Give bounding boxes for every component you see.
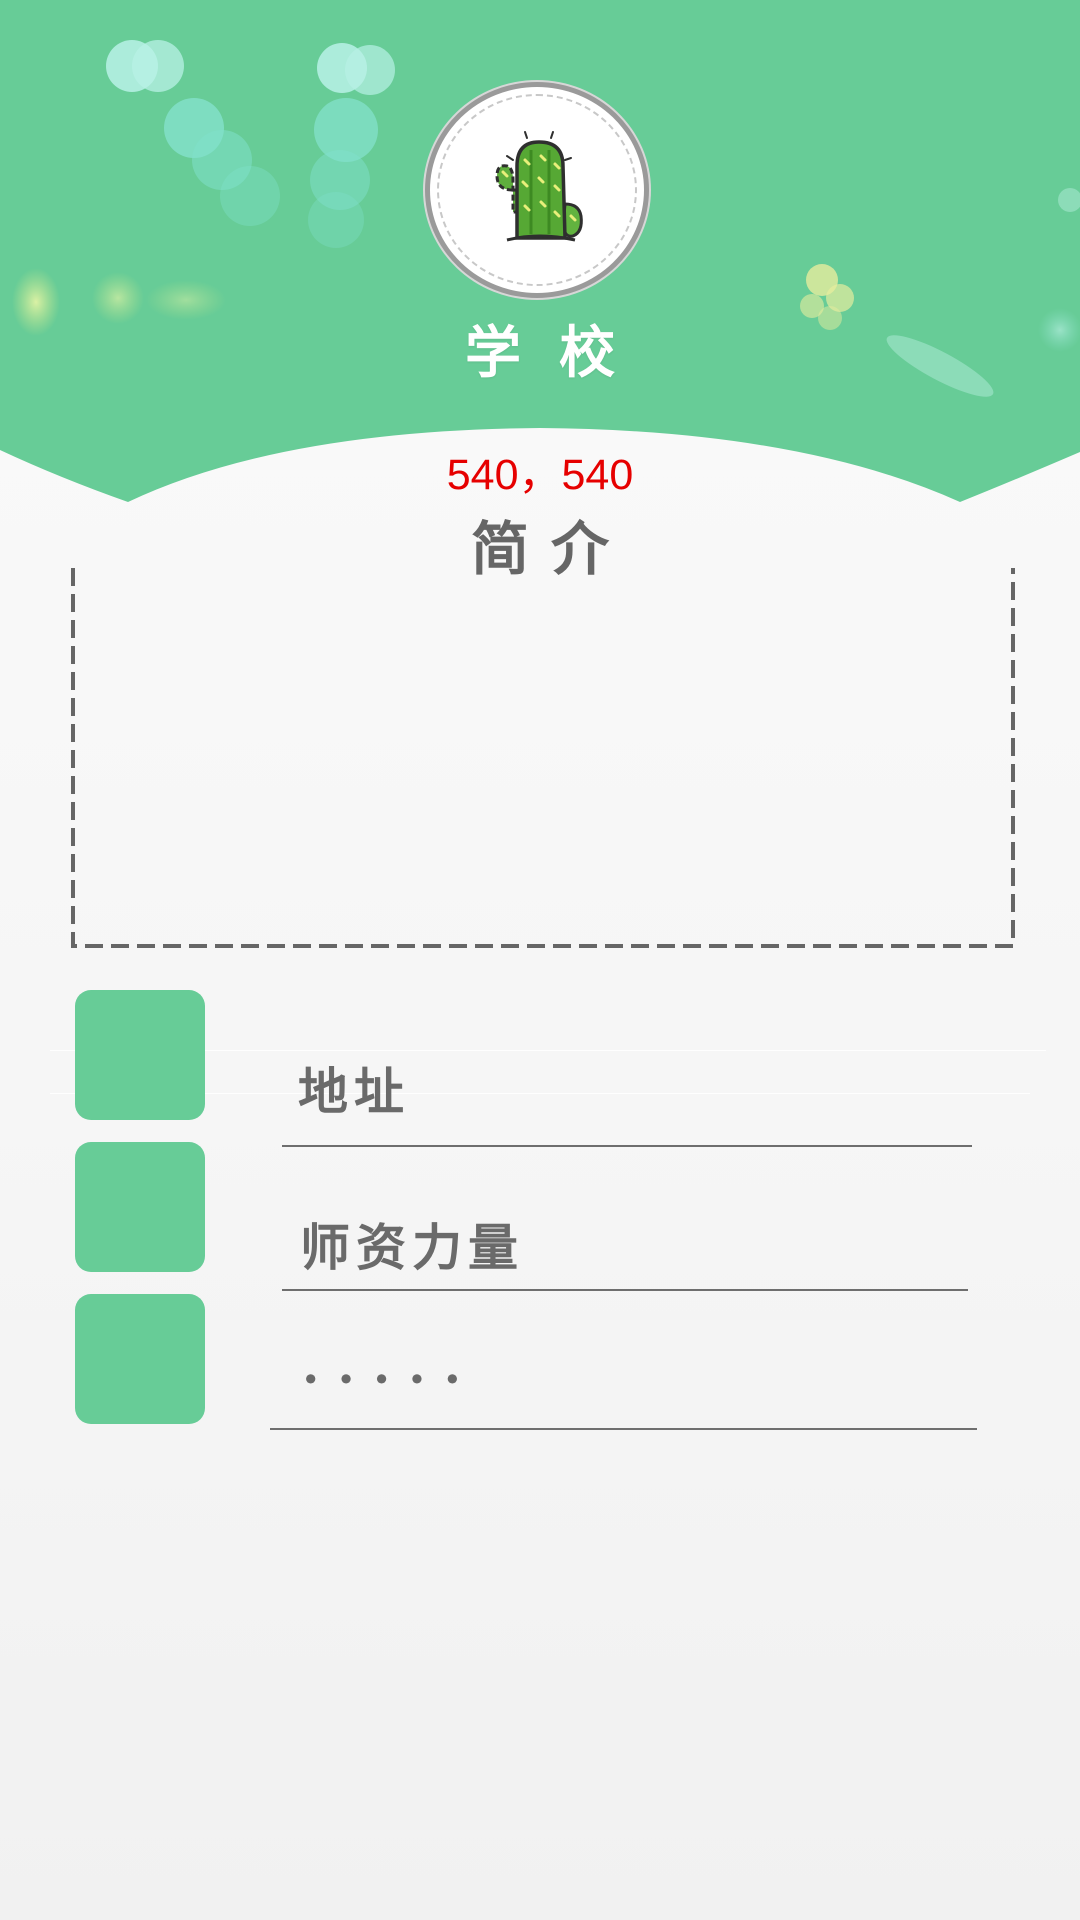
faculty-label[interactable]: 师资力量 <box>300 1208 524 1280</box>
more-underline <box>270 1428 977 1430</box>
address-label[interactable]: 地址 <box>298 1052 410 1124</box>
school-logo[interactable] <box>425 82 649 298</box>
more-label[interactable]: ..... <box>302 1336 479 1395</box>
page: 学校 540，540 简介 地址 师资力量 ..... <box>0 0 1080 1920</box>
faculty-underline <box>282 1289 968 1291</box>
address-icon-tile[interactable] <box>75 990 205 1120</box>
intro-content-box[interactable] <box>70 568 1016 950</box>
faculty-icon-tile[interactable] <box>75 1142 205 1272</box>
more-icon-tile[interactable] <box>75 1294 205 1424</box>
coordinate-readout: 540，540 <box>446 451 634 499</box>
address-underline <box>282 1145 972 1147</box>
cactus-icon <box>495 131 583 242</box>
school-title: 学校 <box>465 320 653 386</box>
logo-inner-ring <box>437 94 637 286</box>
